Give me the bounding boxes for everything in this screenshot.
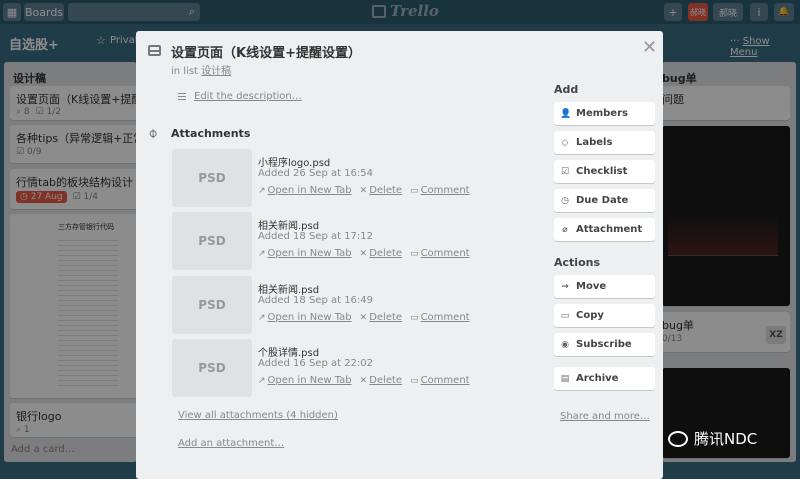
add-section-header: Add: [554, 83, 579, 96]
comment-icon: ▭: [410, 249, 419, 259]
attachment-name: 小程序logo.psd: [258, 158, 331, 169]
delete-icon: ✕: [359, 376, 368, 386]
close-icon[interactable]: ✕: [642, 37, 657, 58]
comment-link[interactable]: ▭ Comment: [410, 375, 470, 386]
open-in-new-tab-link[interactable]: ↗ Open in New Tab: [258, 185, 352, 196]
edit-description-link[interactable]: Edit the description…: [178, 91, 302, 102]
attachment-added: Added 26 Sep at 16:54: [258, 168, 374, 179]
share-and-more-link[interactable]: Share and more…: [560, 411, 650, 422]
person-icon: 👤: [560, 108, 572, 119]
list-link[interactable]: 设计稿: [201, 66, 231, 77]
delete-link[interactable]: ✕ Delete: [360, 312, 402, 323]
attachment-added: Added 18 Sep at 17:12: [258, 231, 374, 242]
comment-icon: ▭: [410, 186, 419, 196]
attachment-name: 相关新闻.psd: [258, 221, 320, 232]
delete-icon: ✕: [359, 313, 368, 323]
members-button[interactable]: 👤 Members: [554, 102, 655, 125]
attachment-thumbnail[interactable]: PSD: [172, 276, 252, 334]
attachment-row: PSD 小程序logo.psd Added 26 Sep at 16:54 ↗ O…: [172, 149, 592, 207]
in-list-text: in list 设计稿: [171, 66, 232, 77]
attachment-row: PSD 相关新闻.psd Added 18 Sep at 16:49 ↗ Open…: [172, 276, 592, 334]
external-link-icon: ↗: [258, 376, 266, 386]
add-attachment-link[interactable]: Add an attachment…: [178, 438, 284, 449]
attachments-header: Attachments: [171, 127, 251, 140]
labels-button[interactable]: ◇ Labels: [554, 131, 655, 154]
checkbox-icon: ☑: [560, 166, 570, 177]
move-button[interactable]: → Move: [554, 275, 655, 298]
attachment-row: PSD 相关新闻.psd Added 18 Sep at 17:12 ↗ Open…: [172, 212, 592, 270]
actions-section-header: Actions: [554, 256, 600, 269]
arrow-right-icon: →: [561, 281, 569, 292]
copy-button[interactable]: ▭ Copy: [554, 304, 655, 327]
watermark: 腾讯NDC: [668, 428, 757, 449]
card-icon: [148, 45, 161, 56]
description-icon: [178, 93, 186, 100]
open-in-new-tab-link[interactable]: ↗ Open in New Tab: [258, 248, 352, 259]
comment-icon: ▭: [410, 313, 419, 323]
open-in-new-tab-link[interactable]: ↗ Open in New Tab: [258, 375, 352, 386]
attachment-name: 相关新闻.psd: [258, 285, 320, 296]
card-title[interactable]: 设置页面（K线设置+提醒设置）: [171, 42, 361, 61]
watermark-text: 腾讯NDC: [694, 430, 758, 448]
attachment-row: PSD 个股详情.psd Added 16 Sep at 22:02 ↗ Open…: [172, 339, 592, 397]
open-in-new-tab-link[interactable]: ↗ Open in New Tab: [258, 312, 352, 323]
paperclip-icon: ⌀: [562, 224, 568, 235]
attachment-added: Added 18 Sep at 16:49: [258, 295, 374, 306]
card-icon: ▭: [560, 310, 570, 321]
clock-icon: ◷: [561, 195, 569, 206]
wechat-icon: [668, 430, 688, 447]
attachment-thumbnail[interactable]: PSD: [172, 212, 252, 270]
delete-link[interactable]: ✕ Delete: [360, 248, 402, 259]
delete-link[interactable]: ✕ Delete: [360, 375, 402, 386]
attachment-thumbnail[interactable]: PSD: [172, 149, 252, 207]
comment-link[interactable]: ▭ Comment: [410, 312, 470, 323]
comment-link[interactable]: ▭ Comment: [410, 185, 470, 196]
due-date-button[interactable]: ◷ Due Date: [554, 189, 655, 212]
delete-icon: ✕: [359, 186, 368, 196]
delete-link[interactable]: ✕ Delete: [360, 185, 402, 196]
card-detail-modal: ✕ 设置页面（K线设置+提醒设置） in list 设计稿 Edit the d…: [136, 31, 663, 479]
subscribe-button[interactable]: ◉ Subscribe: [554, 333, 655, 356]
tag-icon: ◇: [561, 137, 569, 148]
eye-icon: ◉: [561, 339, 569, 350]
paperclip-icon: ⌀: [144, 125, 161, 142]
view-all-attachments-link[interactable]: View all attachments (4 hidden): [178, 410, 338, 421]
checklist-button[interactable]: ☑ Checklist: [554, 160, 655, 183]
external-link-icon: ↗: [258, 249, 266, 259]
attachment-name: 个股详情.psd: [258, 348, 320, 359]
attachment-button[interactable]: ⌀ Attachment: [554, 218, 655, 241]
attachment-thumbnail[interactable]: PSD: [172, 339, 252, 397]
external-link-icon: ↗: [258, 186, 266, 196]
comment-icon: ▭: [410, 376, 419, 386]
archive-icon: ▤: [560, 373, 570, 384]
archive-button[interactable]: ▤ Archive: [554, 367, 655, 390]
attachment-added: Added 16 Sep at 22:02: [258, 358, 374, 369]
comment-link[interactable]: ▭ Comment: [410, 248, 470, 259]
delete-icon: ✕: [359, 249, 368, 259]
external-link-icon: ↗: [258, 313, 266, 323]
